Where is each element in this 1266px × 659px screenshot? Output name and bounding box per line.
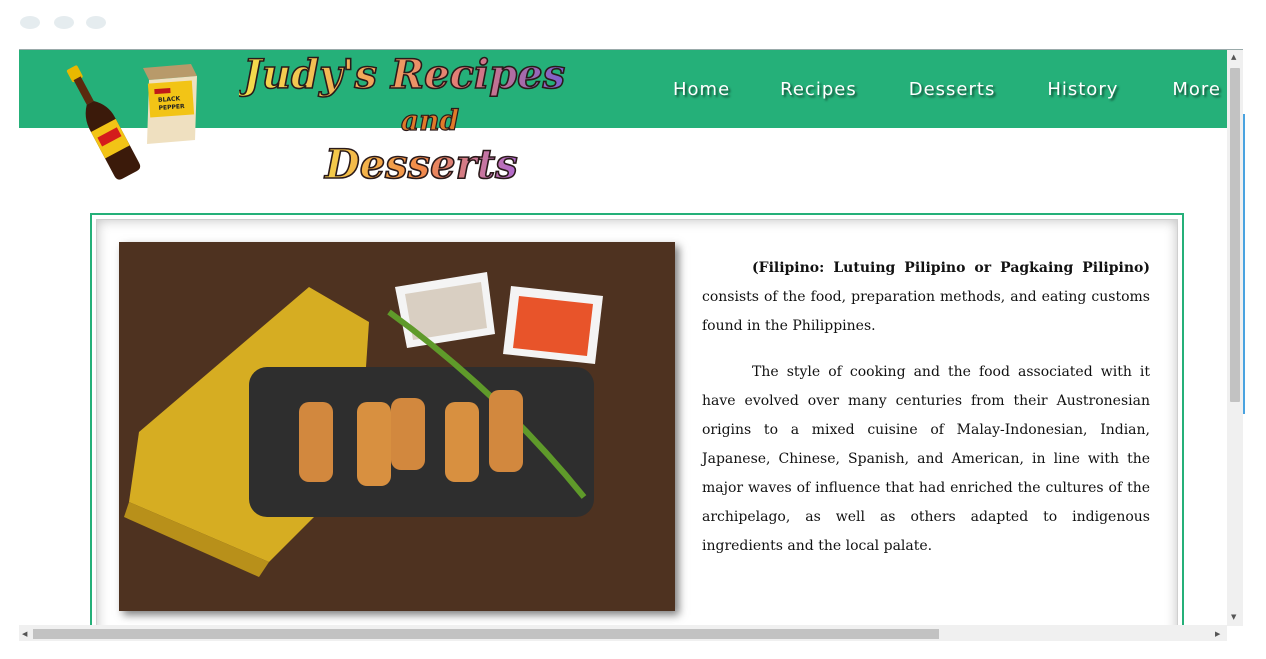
- scroll-left-arrow-icon[interactable]: ◀: [22, 629, 27, 639]
- horizontal-scrollbar[interactable]: ◀ ▶: [19, 625, 1227, 641]
- intro-paragraph-1-text: consists of the food, preparation method…: [702, 289, 1150, 334]
- intro-paragraph-1: (Filipino: Lutuing Pilipino or Pagkaing …: [702, 254, 1150, 341]
- window-minimize-dot[interactable]: [54, 16, 74, 29]
- window-maximize-dot[interactable]: [86, 16, 106, 29]
- browser-viewport: Home Recipes Desserts History More BLACK…: [19, 49, 1243, 641]
- vertical-scroll-thumb[interactable]: [1230, 68, 1240, 402]
- title-line-2: and: [401, 104, 459, 137]
- nav-links: Home Recipes Desserts History More: [673, 74, 1227, 104]
- title-line-1: Judy's Recipes: [239, 51, 565, 98]
- nav-history[interactable]: History: [1047, 79, 1118, 100]
- scroll-down-arrow-icon[interactable]: ▼: [1231, 612, 1236, 622]
- horizontal-scroll-thumb[interactable]: [33, 629, 939, 639]
- pepper-box-icon: BLACK PEPPER: [143, 64, 197, 144]
- intro-paragraph-2: The style of cooking and the food associ…: [702, 364, 1150, 554]
- title-line-3: Desserts: [324, 141, 518, 188]
- sauce-bottle-icon: [66, 65, 141, 180]
- nav-home[interactable]: Home: [673, 79, 730, 100]
- spring-roll-4: [445, 402, 479, 482]
- spring-roll-1: [299, 402, 333, 482]
- logo-products-image: BLACK PEPPER: [66, 64, 197, 180]
- food-photo: [119, 242, 675, 611]
- spring-roll-2: [357, 402, 391, 486]
- content-card: (Filipino: Lutuing Pilipino or Pagkaing …: [90, 213, 1184, 641]
- nav-more[interactable]: More: [1172, 79, 1221, 100]
- spring-roll-5: [489, 390, 523, 472]
- scroll-right-arrow-icon[interactable]: ▶: [1215, 629, 1220, 639]
- spring-roll-3: [391, 398, 425, 470]
- site-title-logo: Judy's Recipes and Desserts: [239, 50, 566, 189]
- intro-text: (Filipino: Lutuing Pilipino or Pagkaing …: [702, 254, 1150, 578]
- nav-desserts[interactable]: Desserts: [909, 79, 996, 100]
- scroll-up-arrow-icon[interactable]: ▲: [1231, 52, 1236, 62]
- window-edge-accent: [1243, 114, 1245, 414]
- vertical-scrollbar[interactable]: ▲ ▼: [1227, 50, 1243, 626]
- window-close-dot[interactable]: [20, 16, 40, 29]
- content-card-inner: (Filipino: Lutuing Pilipino or Pagkaing …: [96, 219, 1178, 641]
- intro-bold-phrase: (Filipino: Lutuing Pilipino or Pagkaing …: [752, 260, 1150, 276]
- nav-recipes[interactable]: Recipes: [780, 79, 857, 100]
